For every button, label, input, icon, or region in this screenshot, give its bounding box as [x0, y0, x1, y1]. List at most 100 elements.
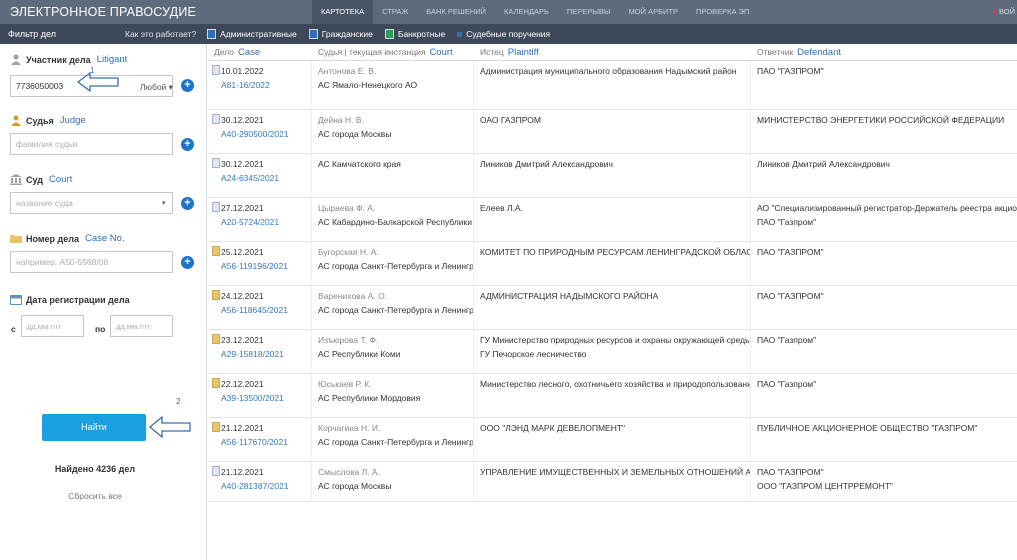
judge-label: Судья Judge: [10, 115, 86, 126]
table-row[interactable]: 21.12.2021 А40-281387/2021 Смыслова Л. А. А…: [208, 462, 1017, 502]
column-defendant: Ответчик Defendant: [751, 47, 1017, 58]
nav-kalendar[interactable]: КАЛЕНДАРЬ: [495, 0, 558, 24]
column-case-en: Case: [237, 46, 261, 58]
court-name: АС города Санкт-Петербурга и Ленингра: [318, 305, 474, 315]
plaintiff-cell: АДМИНИСТРАЦИЯ НАДЫМСКОГО РАЙОНА: [474, 286, 751, 329]
court-select[interactable]: название суда: [10, 192, 173, 214]
case-number-link[interactable]: А40-281387/2021: [221, 479, 311, 493]
court-cell: Бугорская Н. А. АС города Санкт-Петербург…: [312, 242, 474, 285]
add-judge-button[interactable]: +: [181, 138, 194, 151]
case-cell: 25.12.2021 А56-119196/2021: [208, 242, 312, 285]
participant-label: Участник дела Litigant: [10, 54, 127, 65]
filter-chip-administrative[interactable]: Административные: [207, 29, 297, 39]
results-count: Найдено 4236 дел: [54, 464, 136, 474]
nav-kartoteka[interactable]: КАРТОТЕКА: [312, 0, 374, 24]
date-from-label: с: [11, 324, 16, 334]
table-body: 10.01.2022 А81-16/2022 Антонова Е. В. АС Ям…: [208, 61, 1017, 502]
case-number-label: Номер дела Case No.: [10, 233, 125, 244]
table-row[interactable]: 30.12.2021 А40-290500/2021 Дейна Н. В. АС г…: [208, 110, 1017, 154]
court-label-text: Суд: [26, 174, 43, 185]
nav-strazh[interactable]: СТРАЖ: [373, 0, 417, 24]
judge-input[interactable]: фамилия судьи: [10, 133, 173, 155]
nav-bank-resheniy[interactable]: БАНК РЕШЕНИЙ: [417, 0, 495, 24]
case-number-placeholder: например, А50-5568/08: [16, 257, 109, 267]
site-brand[interactable]: ЭЛЕКТРОННОЕ ПРАВОСУДИЕ: [0, 5, 312, 19]
case-number-link[interactable]: А56-117670/2021: [221, 435, 311, 449]
case-number-link[interactable]: А39-13500/2021: [221, 391, 311, 405]
plaintiff-cell: Министерство лесного, охотничьего хозяйс…: [474, 374, 751, 417]
column-court: Судья | текущая инстанция Court: [312, 47, 474, 58]
date-from-input[interactable]: дд.мм.гггг: [21, 315, 84, 337]
case-number-label-text: Номер дела: [26, 233, 79, 244]
court-label-en: Court: [49, 174, 73, 185]
add-participant-button[interactable]: +: [181, 79, 194, 92]
defendant-cell: ПАО "ГАЗПРОМ": [751, 242, 1017, 285]
table-row[interactable]: 24.12.2021 А56-118645/2021 Варенихова А. О…: [208, 286, 1017, 330]
chip-label: Судебные поручения: [466, 29, 551, 39]
case-cell: 30.12.2021 А24-6345/2021: [208, 154, 312, 197]
table-row[interactable]: 30.12.2021 А24-6345/2021 АС Камчатского кр…: [208, 154, 1017, 198]
filter-chip-court-orders[interactable]: Судебные поручения: [457, 29, 550, 39]
table-row[interactable]: 21.12.2021 А56-117670/2021 Корчагина Н. И.…: [208, 418, 1017, 462]
court-name: АС Ямало-Ненецкого АО: [318, 80, 418, 90]
reset-all-link[interactable]: Сбросить все: [0, 491, 190, 501]
case-number-label-en: Case No.: [84, 233, 125, 244]
filter-chip-bankruptcy[interactable]: Банкротные: [384, 29, 446, 39]
user-icon: [10, 54, 22, 65]
date-to-input[interactable]: дд.мм.гггг: [110, 315, 173, 337]
add-case-number-button[interactable]: +: [181, 256, 194, 269]
defendant-name: ПАО "ГАЗПРОМ": [757, 247, 824, 257]
plaintiff-name: ГУ Печорское лесничество: [480, 349, 587, 359]
add-court-button[interactable]: +: [181, 197, 194, 210]
defendant-cell: ПАО "ГАЗПРОМ": [751, 61, 1017, 109]
table-row[interactable]: 27.12.2021 А20-5724/2021 Цыраева Ф. А. АС К…: [208, 198, 1017, 242]
court-select-placeholder: название суда: [16, 198, 73, 208]
plaintiff-name: Елеев Л.А.: [480, 203, 523, 213]
plaintiff-cell: Лиников Дмитрий Александрович: [474, 154, 751, 197]
case-number-link[interactable]: А56-118645/2021: [221, 303, 311, 317]
case-number-link[interactable]: А29-15818/2021: [221, 347, 311, 361]
case-number-input[interactable]: например, А50-5568/08: [10, 251, 173, 273]
judge-name: Бугорская Н. А.: [318, 247, 379, 257]
table-row[interactable]: 23.12.2021 А29-15818/2021 Изъюрова Т. Ф. АС…: [208, 330, 1017, 374]
nav-pereryvy[interactable]: ПЕРЕРЫВЫ: [558, 0, 620, 24]
login-link[interactable]: ● ВОЙ: [992, 0, 1015, 24]
chip-label: Административные: [220, 29, 297, 39]
filter-chip-civil[interactable]: Гражданские: [308, 29, 373, 39]
court-name: АС города Москвы: [318, 129, 392, 139]
search-filter-panel: Участник дела Litigant 7736050003 Любой …: [0, 44, 207, 560]
main-nav: КАРТОТЕКА СТРАЖ БАНК РЕШЕНИЙ КАЛЕНДАРЬ П…: [312, 0, 758, 24]
case-number-link[interactable]: А81-16/2022: [221, 78, 311, 92]
court-name: АС Камчатского края: [318, 159, 401, 169]
judge-label-en: Judge: [59, 115, 86, 126]
table-row[interactable]: 22.12.2021 А39-13500/2021 Юськаев Р. К. АС …: [208, 374, 1017, 418]
table-row[interactable]: 10.01.2022 А81-16/2022 Антонова Е. В. АС Ям…: [208, 61, 1017, 110]
document-icon: [212, 334, 220, 344]
court-name: АС города Санкт-Петербурга и Ленингра: [318, 437, 474, 447]
participant-role-select[interactable]: Любой ▾: [140, 82, 173, 93]
plaintiff-name: Администрация муниципального образования…: [480, 66, 737, 76]
column-plaintiff-en: Plaintiff: [507, 46, 539, 58]
plaintiff-name: Лиников Дмитрий Александрович: [480, 159, 613, 169]
date-to-label: по: [95, 324, 106, 334]
case-number-link[interactable]: А24-6345/2021: [221, 171, 311, 185]
chip-label: Банкротные: [397, 29, 446, 39]
checkbox-icon: [308, 29, 318, 39]
judge-name: Корчагина Н. И.: [318, 423, 381, 433]
case-number-link[interactable]: А40-290500/2021: [221, 127, 311, 141]
how-it-works-link[interactable]: Как это работает?: [125, 29, 207, 39]
defendant-cell: Лиников Дмитрий Александрович: [751, 154, 1017, 197]
nav-moy-arbitr[interactable]: МОЙ АРБИТР: [620, 0, 687, 24]
arrow-pointer-icon: [148, 415, 191, 439]
case-number-link[interactable]: А56-119196/2021: [221, 259, 311, 273]
search-button[interactable]: Найти: [42, 414, 146, 441]
defendant-name: ПАО "ГАЗПРОМ": [757, 291, 824, 301]
plaintiff-name: ООО "ЛЭНД МАРК ДЕВЕЛОПМЕНТ": [480, 423, 626, 433]
case-number-link[interactable]: А20-5724/2021: [221, 215, 311, 229]
table-row[interactable]: 25.12.2021 А56-119196/2021 Бугорская Н. А.…: [208, 242, 1017, 286]
nav-proverka-ep[interactable]: ПРОВЕРКА ЭП: [687, 0, 758, 24]
plaintiff-cell: ОАО ГАЗПРОМ: [474, 110, 751, 153]
court-dropdown-chevron-icon[interactable]: ▾: [162, 199, 166, 207]
defendant-name: ПАО "ГАЗПРОМ": [757, 66, 824, 76]
case-cell: 30.12.2021 А40-290500/2021: [208, 110, 312, 153]
